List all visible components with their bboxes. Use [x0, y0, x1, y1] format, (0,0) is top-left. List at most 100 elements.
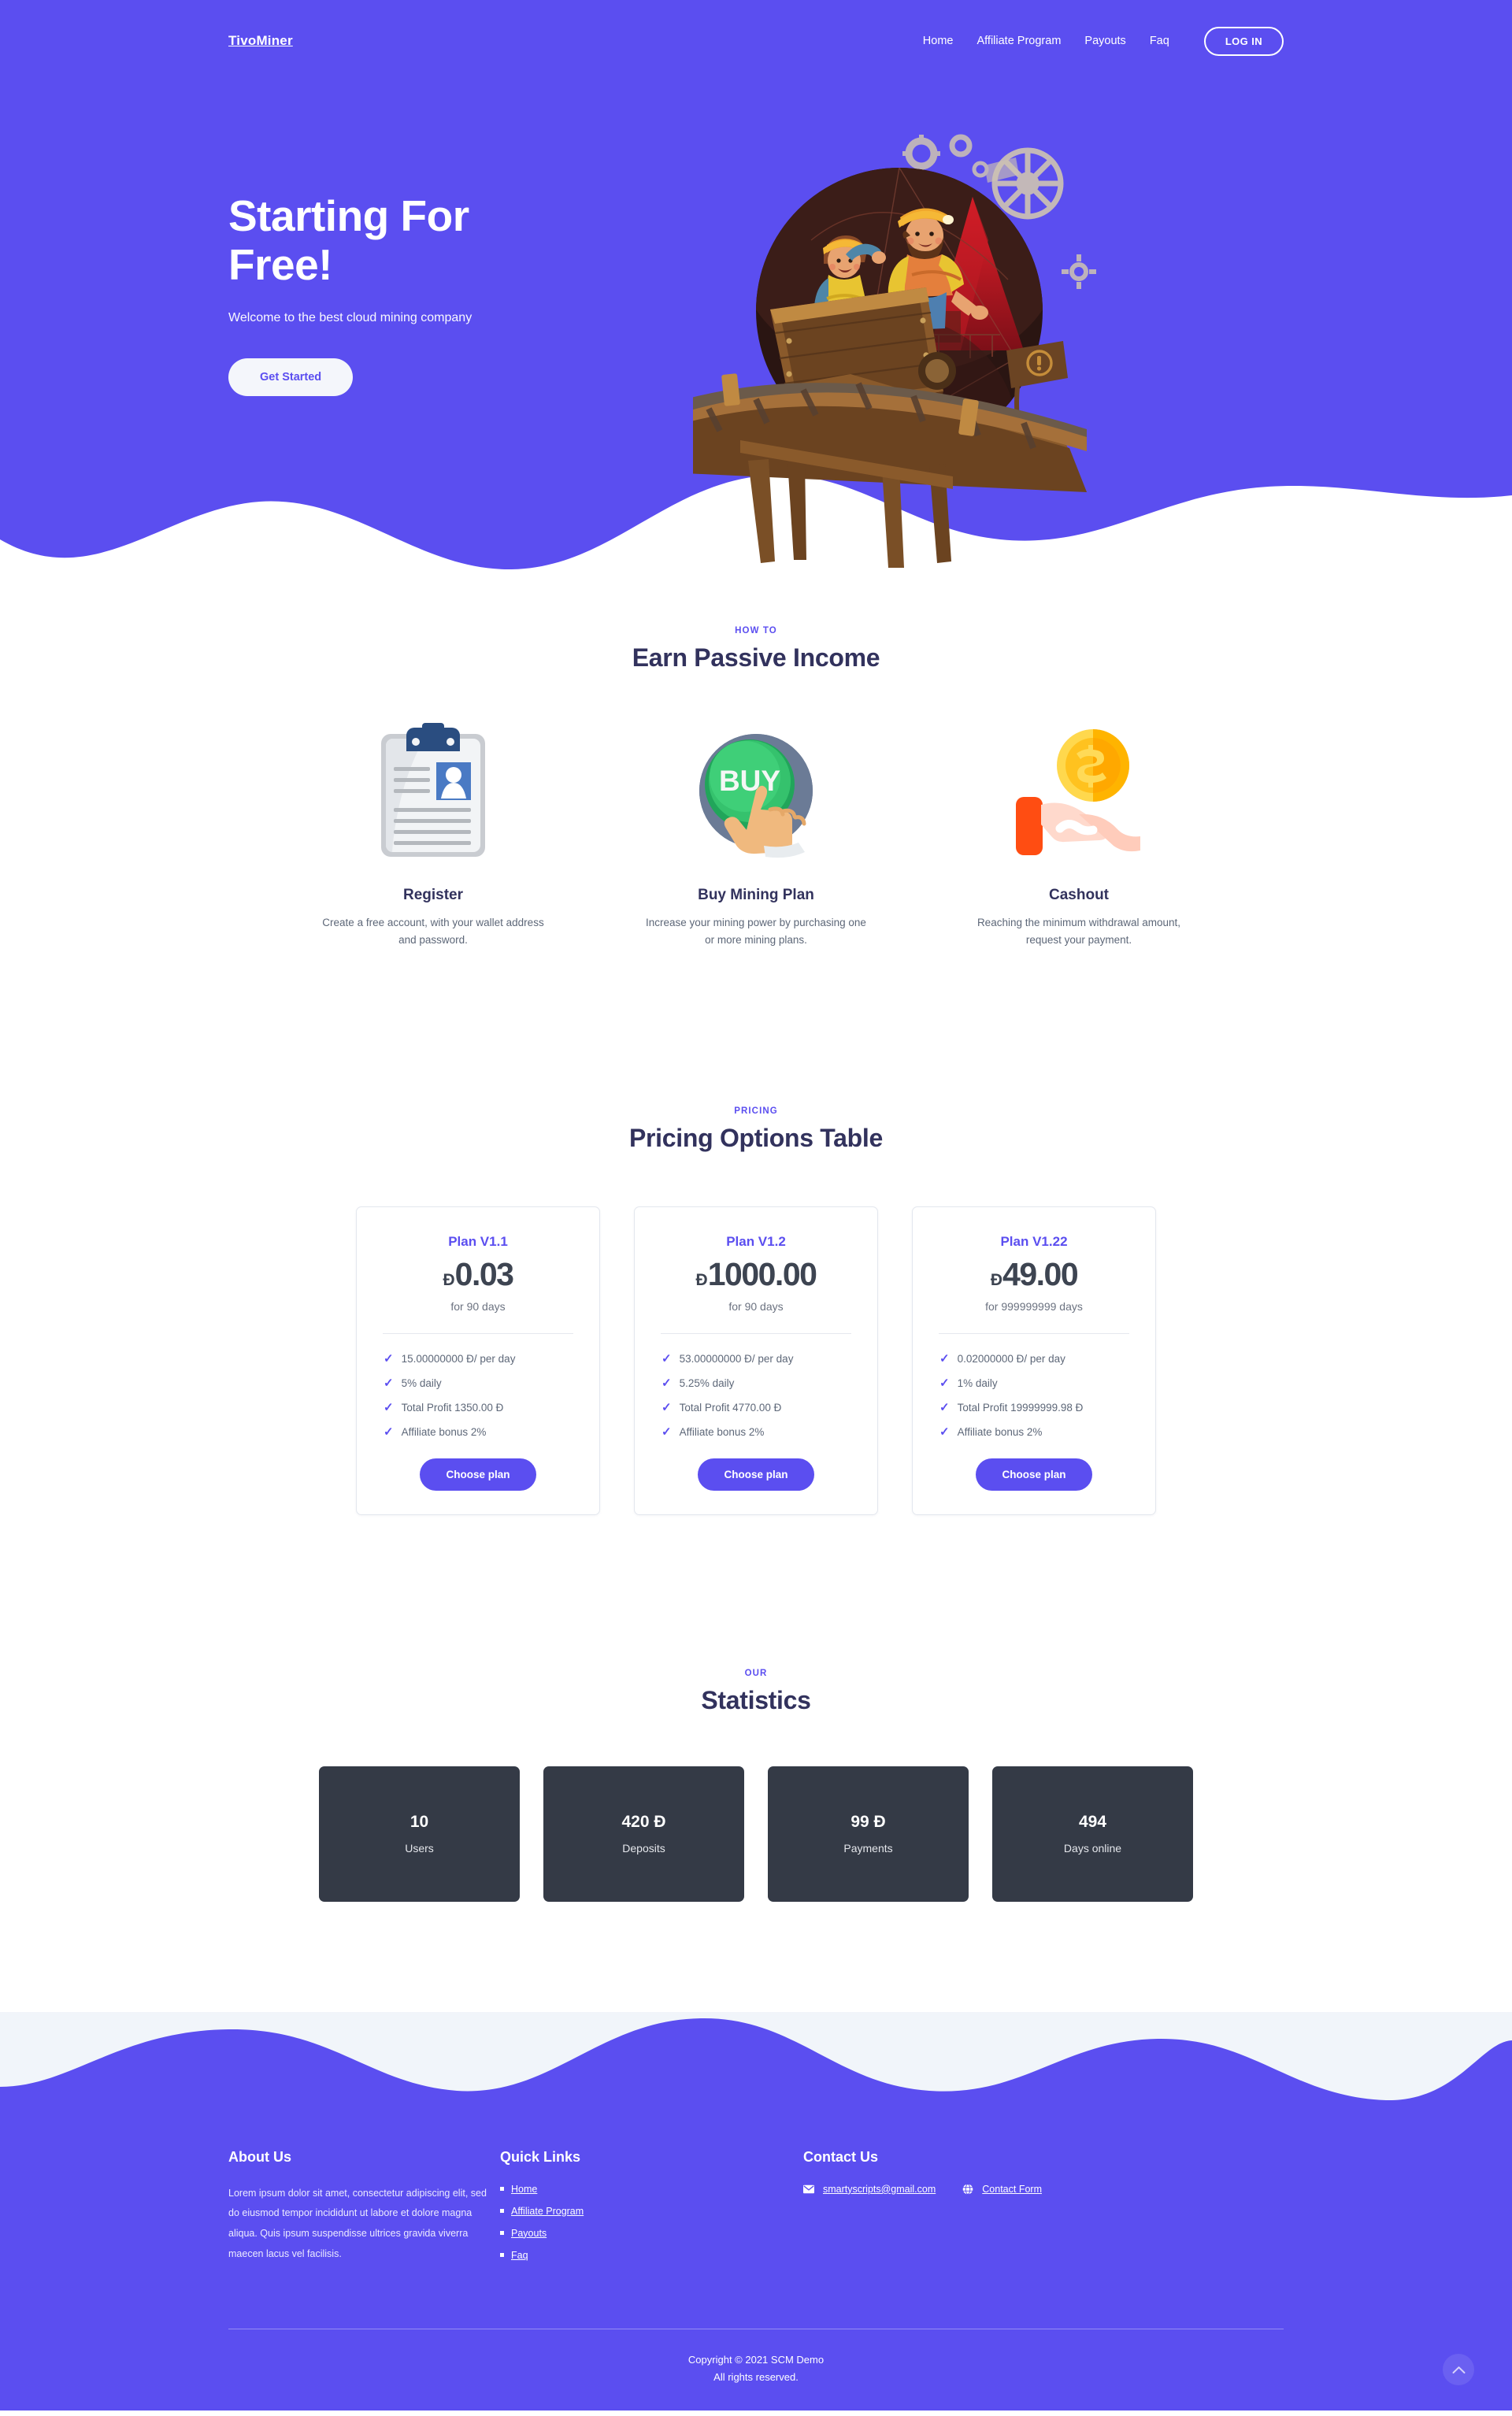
plan-feature: ✓ 53.00000000 Đ/ per day	[662, 1353, 854, 1365]
clipboard-resume-icon	[311, 720, 555, 862]
plan-divider	[661, 1332, 851, 1334]
chevron-up-icon	[1452, 2366, 1465, 2373]
envelope-icon	[803, 2184, 814, 2193]
plan-divider	[383, 1332, 573, 1334]
footer-link-item: Payouts	[500, 2228, 803, 2239]
footer-contact-form-link[interactable]: Contact Form	[982, 2184, 1042, 2195]
footer-email-link[interactable]: smartyscripts@gmail.com	[823, 2184, 936, 2195]
plan-feature-text: Affiliate bonus 2%	[679, 1425, 765, 1438]
footer-contact-email: smartyscripts@gmail.com	[803, 2184, 936, 2195]
pricing-title: Pricing Options Table	[628, 1123, 884, 1152]
login-button[interactable]: LOG IN	[1203, 26, 1284, 56]
plan-term: for 90 days	[728, 1299, 784, 1313]
footer-link-item: Faq	[500, 2250, 803, 2261]
howto-card-cashout: Cashout Reaching the minimum withdrawal …	[957, 720, 1201, 949]
plan-feature-text: 53.00000000 Đ/ per day	[679, 1352, 794, 1365]
plan-feature-text: Total Profit 4770.00 Đ	[679, 1401, 782, 1414]
nav-item-home[interactable]: Home	[923, 35, 954, 47]
plan-price: Đ 0.03	[380, 1258, 576, 1291]
check-icon: ✓	[662, 1376, 672, 1390]
howto-card-title: Register	[402, 887, 464, 903]
plan-feature: ✓ Total Profit 19999999.98 Đ	[939, 1402, 1132, 1414]
site-logo[interactable]: TivoMiner	[228, 33, 293, 49]
footer-contact-column: Contact Us smartyscripts@gmail.com Conta…	[803, 2149, 1284, 2272]
footer-link-payouts[interactable]: Payouts	[511, 2228, 547, 2239]
hero-section: TivoMiner Home Affiliate Program Payouts…	[0, 0, 1512, 587]
check-icon: ✓	[384, 1425, 394, 1439]
plan-price: Đ 1000.00	[658, 1258, 854, 1291]
footer-link-list: Home Affiliate Program Payouts Faq	[500, 2184, 803, 2261]
howto-kicker: HOW TO	[735, 626, 777, 635]
nav-item-payouts[interactable]: Payouts	[1084, 35, 1125, 47]
howto-title: Earn Passive Income	[632, 643, 880, 672]
site-footer: About Us Lorem ipsum dolor sit amet, con…	[0, 2101, 1512, 2411]
buy-button-click-icon: BUY	[634, 720, 878, 862]
footer-contact-form: Contact Form	[962, 2184, 1042, 2195]
footer-link-affiliate-program[interactable]: Affiliate Program	[511, 2206, 584, 2217]
choose-plan-button[interactable]: Choose plan	[976, 1458, 1092, 1491]
hero-title-line-1: Starting For	[228, 191, 469, 240]
plan-feature: ✓ Affiliate bonus 2%	[384, 1426, 576, 1438]
landing-page: TivoMiner Home Affiliate Program Payouts…	[0, 0, 1512, 2416]
plan-amount: 49.00	[1002, 1255, 1079, 1292]
plan-divider	[939, 1332, 1129, 1334]
nav-item-affiliate-program[interactable]: Affiliate Program	[976, 35, 1061, 47]
get-started-button[interactable]: Get Started	[228, 358, 354, 397]
plan-name: Plan V1.2	[726, 1233, 786, 1249]
footer-contact-heading: Contact Us	[803, 2148, 879, 2165]
stat-card-deposits: 420 Đ Deposits	[543, 1766, 744, 1902]
check-icon: ✓	[384, 1351, 394, 1365]
choose-plan-button[interactable]: Choose plan	[698, 1458, 814, 1491]
footer-contact-row: smartyscripts@gmail.com Contact Form	[803, 2184, 1284, 2195]
plan-features: ✓ 0.02000000 Đ/ per day ✓ 1% daily ✓ Total …	[936, 1353, 1132, 1438]
stat-card-payments: 99 Đ Payments	[768, 1766, 969, 1902]
check-icon: ✓	[384, 1400, 394, 1414]
plan-feature: ✓ Total Profit 4770.00 Đ	[662, 1402, 854, 1414]
plan-features: ✓ 53.00000000 Đ/ per day ✓ 5.25% daily ✓ To…	[658, 1353, 854, 1438]
check-icon: ✓	[939, 1351, 950, 1365]
footer-about-text: Lorem ipsum dolor sit amet, consectetur …	[228, 2187, 487, 2259]
footer-link-faq[interactable]: Faq	[511, 2250, 528, 2261]
plan-price: Đ 49.00	[936, 1258, 1132, 1291]
plan-currency: Đ	[443, 1270, 455, 1289]
stat-value: 99 Đ	[850, 1813, 886, 1832]
stat-value: 10	[410, 1813, 429, 1832]
footer-quick-links-column: Quick Links Home Affiliate Program Payou…	[500, 2149, 803, 2272]
plan-currency: Đ	[990, 1270, 1003, 1289]
copyright-line-2: All rights reserved.	[713, 2371, 799, 2384]
check-icon: ✓	[939, 1425, 950, 1439]
stat-label: Days online	[1063, 1842, 1122, 1855]
stats-title: Statistics	[701, 1685, 811, 1714]
footer-about-heading: About Us	[228, 2148, 291, 2165]
stat-label: Users	[405, 1842, 434, 1855]
footer-wave-divider	[0, 2018, 1512, 2103]
pricing-kicker: PRICING	[734, 1106, 778, 1116]
copyright-line-1: Copyright © 2021 SCM Demo	[687, 2353, 825, 2366]
footer-link-home[interactable]: Home	[511, 2184, 537, 2195]
plan-feature-text: Total Profit 19999999.98 Đ	[957, 1401, 1084, 1414]
plan-feature: ✓ 1% daily	[939, 1377, 1132, 1389]
stat-value: 420 Đ	[621, 1813, 666, 1832]
check-icon: ✓	[662, 1400, 672, 1414]
scroll-to-top-button[interactable]	[1443, 2354, 1474, 2386]
check-icon: ✓	[939, 1376, 950, 1390]
footer-zone: About Us Lorem ipsum dolor sit amet, con…	[0, 2011, 1512, 2411]
footer-about-column: About Us Lorem ipsum dolor sit amet, con…	[228, 2149, 500, 2272]
plan-name: Plan V1.22	[1000, 1233, 1068, 1249]
plan-term: for 90 days	[450, 1299, 506, 1313]
check-icon: ✓	[939, 1400, 950, 1414]
footer-quick-links-heading: Quick Links	[500, 2148, 581, 2165]
top-navigation-bar: TivoMiner Home Affiliate Program Payouts…	[0, 0, 1512, 82]
plan-name: Plan V1.1	[448, 1233, 508, 1249]
bullet-icon	[500, 2231, 504, 2236]
plan-feature-text: Affiliate bonus 2%	[957, 1425, 1043, 1438]
check-icon: ✓	[384, 1376, 394, 1390]
nav-item-faq[interactable]: Faq	[1150, 35, 1169, 47]
plan-feature: ✓ Affiliate bonus 2%	[939, 1426, 1132, 1438]
choose-plan-button[interactable]: Choose plan	[420, 1458, 536, 1491]
plan-amount: 1000.00	[707, 1255, 817, 1292]
footer-copyright: Copyright © 2021 SCM Demo All rights res…	[228, 2329, 1284, 2411]
plan-feature-text: Total Profit 1350.00 Đ	[401, 1401, 504, 1414]
howto-card-title: Cashout	[1049, 887, 1109, 903]
nav-links-group: Home Affiliate Program Payouts Faq LOG I…	[923, 26, 1284, 56]
